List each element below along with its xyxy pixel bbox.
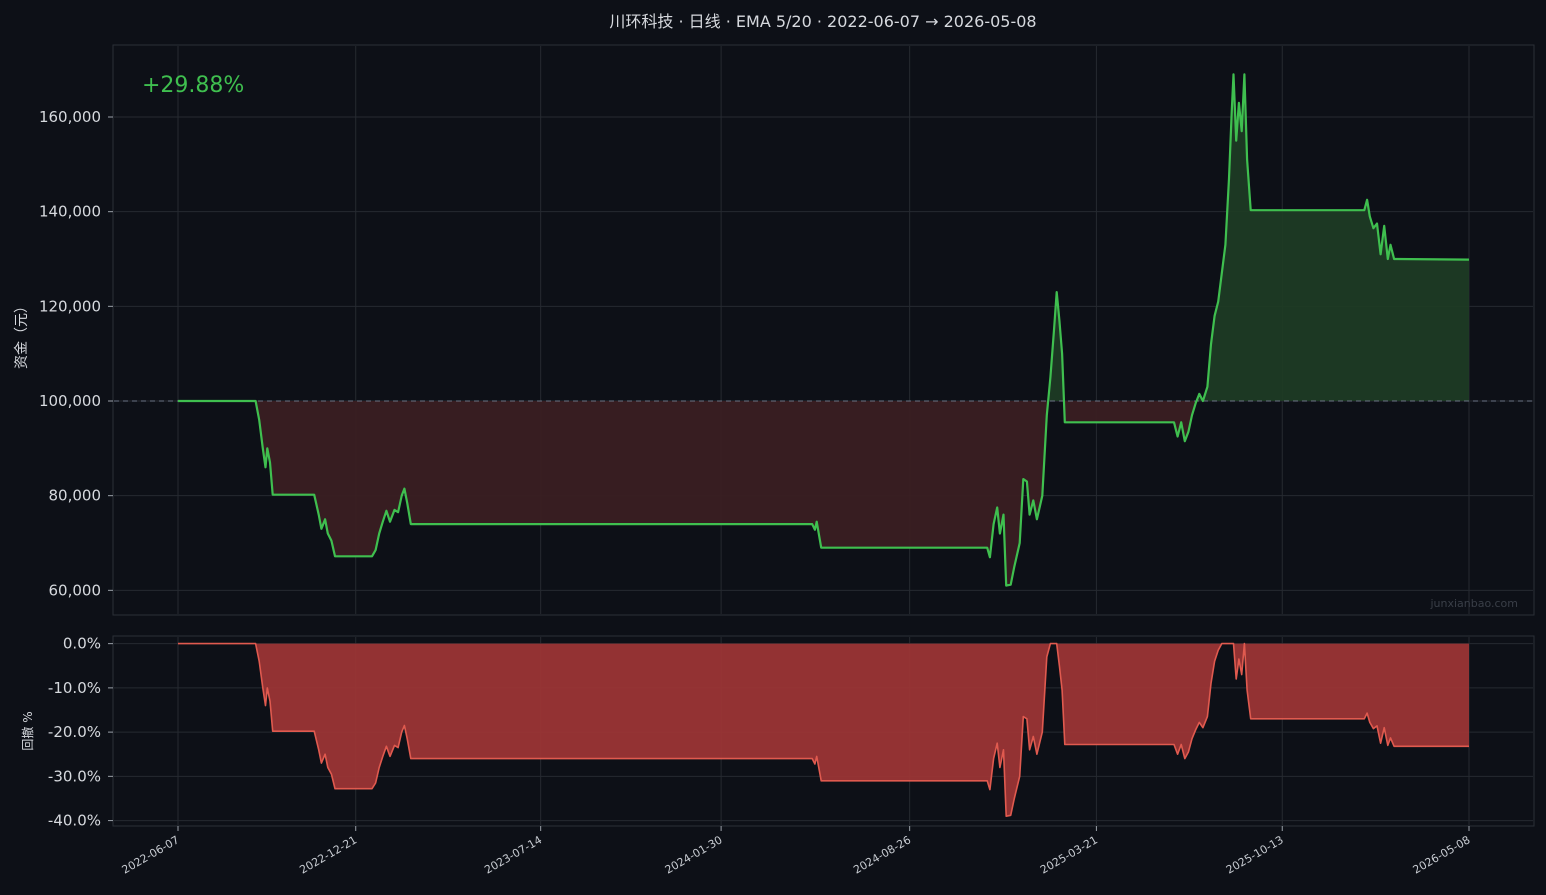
watermark: junxianbao.com	[1429, 597, 1518, 610]
equity-y-tick-label: 100,000	[39, 392, 101, 410]
x-tick-label: 2022-06-07	[120, 833, 182, 876]
backtest-chart: 川环科技 · 日线 · EMA 5/20 · 2022-06-07 → 2026…	[14, 12, 1535, 877]
equity-y-tick-label: 80,000	[49, 487, 102, 505]
x-tick-label: 2022-12-21	[297, 833, 359, 876]
drawdown-y-ticks: 0.0% -10.0% -20.0% -30.0% -40.0%	[48, 635, 113, 830]
drawdown-y-tick-label: -10.0%	[48, 679, 101, 697]
x-tick-label: 2024-01-30	[663, 833, 725, 876]
x-axis-ticks: 2022-06-07 2022-12-21 2023-07-14 2024-01-30…	[120, 826, 1473, 877]
drawdown-area	[178, 643, 1469, 817]
return-annotation: +29.88%	[142, 73, 244, 98]
equity-fill	[178, 74, 1469, 586]
drawdown-y-label: 回撤 %	[20, 711, 35, 750]
equity-y-tick-label: 120,000	[39, 297, 101, 315]
drawdown-panel: 0.0% -10.0% -20.0% -30.0% -40.0% 回撤 %	[20, 635, 1535, 830]
equity-y-label: 资金（元）	[14, 299, 30, 369]
drawdown-y-tick-label: -40.0%	[48, 812, 101, 830]
x-tick-label: 2023-07-14	[482, 833, 544, 876]
equity-panel: 60,000 80,000 100,000 120,000 140,000 160,000…	[14, 44, 1535, 616]
x-tick-label: 2025-03-21	[1038, 833, 1100, 876]
chart-title: 川环科技 · 日线 · EMA 5/20 · 2022-06-07 → 2026…	[609, 12, 1036, 31]
equity-y-ticks: 60,000 80,000 100,000 120,000 140,000 160,000	[39, 108, 113, 599]
x-tick-label: 2025-10-13	[1224, 833, 1286, 876]
x-tick-label: 2024-08-26	[851, 833, 913, 876]
equity-y-tick-label: 160,000	[39, 108, 101, 126]
drawdown-y-tick-label: 0.0%	[63, 635, 101, 653]
loss-area	[178, 401, 1049, 586]
x-tick-label: 2026-05-08	[1411, 833, 1473, 876]
equity-y-tick-label: 60,000	[49, 581, 102, 599]
drawdown-y-tick-label: -30.0%	[48, 767, 101, 785]
equity-y-tick-label: 140,000	[39, 203, 101, 221]
drawdown-y-tick-label: -20.0%	[48, 723, 101, 741]
